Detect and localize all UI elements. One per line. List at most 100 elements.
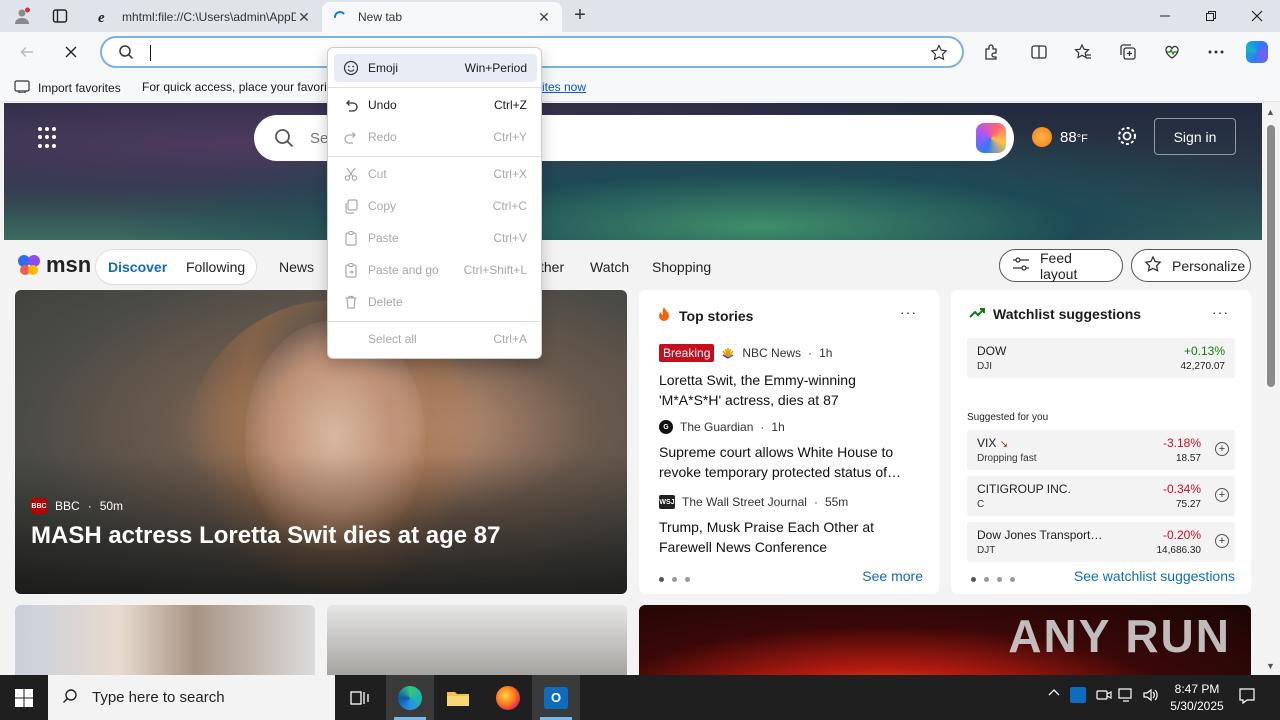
quote-note: Dropping fast [977, 453, 1037, 464]
nav-watch[interactable]: Watch [590, 259, 629, 275]
nav-weather[interactable]: ther [540, 259, 564, 275]
meta-separator: · [813, 495, 818, 509]
taskbar-search-box[interactable]: Type here to search [48, 675, 335, 720]
aurora-background: Se 88°F Sign in [4, 103, 1262, 240]
emoji-icon [334, 60, 368, 76]
import-icon [14, 79, 30, 96]
story-item[interactable]: G The Guardian · 1h Supreme court allows… [659, 420, 919, 482]
news-card-photo[interactable] [327, 605, 627, 675]
msn-logo[interactable]: msn [16, 252, 91, 278]
watchlist-suggestion-row[interactable]: VIX ↘ Dropping fast -3.18% 18.57 + [967, 430, 1235, 470]
search-icon [118, 44, 134, 63]
see-more-link[interactable]: See more [862, 568, 923, 584]
watchlist-card: Watchlist suggestions ··· DOW DJI +0.13%… [951, 290, 1251, 594]
collections-icon[interactable] [1115, 40, 1141, 64]
menu-item-undo[interactable]: Undo Ctrl+Z [334, 91, 537, 119]
import-favorites-button[interactable]: Import favorites [14, 79, 121, 96]
menu-item-select-all[interactable]: Select all Ctrl+A [334, 325, 537, 353]
hero-headline[interactable]: MASH actress Loretta Swit dies at age 87 [31, 522, 501, 550]
breaking-badge: Breaking [659, 344, 715, 362]
outlook-tray-icon[interactable] [1070, 687, 1086, 703]
news-card-photo[interactable]: ANY RUN [639, 605, 1251, 675]
performance-heart-icon[interactable] [1159, 40, 1185, 64]
close-tab-icon[interactable]: ✕ [536, 9, 552, 26]
tab-following[interactable]: Following [186, 259, 245, 275]
copilot-search-icon[interactable] [976, 123, 1006, 153]
quote-value: 75.27 [1175, 499, 1201, 510]
minimize-icon[interactable] [1142, 0, 1188, 32]
windows-start-icon[interactable] [0, 675, 48, 720]
restore-icon[interactable] [1188, 0, 1234, 32]
page-settings-gear-icon[interactable] [1116, 125, 1138, 150]
menu-shortcut: Ctrl+Shift+L [463, 263, 527, 277]
feed-layout-button[interactable]: Feed layout [999, 249, 1123, 282]
favorite-star-icon[interactable] [930, 44, 948, 65]
close-window-icon[interactable] [1234, 0, 1280, 32]
add-to-watchlist-icon[interactable]: + [1215, 442, 1229, 456]
quote-value: 18.57 [1175, 453, 1201, 464]
menu-shortcut: Ctrl+Y [493, 130, 527, 144]
paste-icon [334, 230, 368, 246]
watchlist-suggestion-row[interactable]: CITIGROUP INC. C -0.34% 75.27 + [967, 476, 1235, 516]
copilot-icon[interactable] [1244, 40, 1270, 64]
scrollbar-thumb[interactable] [1267, 125, 1275, 387]
menu-item-cut[interactable]: Cut Ctrl+X [334, 160, 537, 188]
watchlist-more-icon[interactable]: ··· [1212, 304, 1229, 320]
app-launcher-icon[interactable] [38, 127, 60, 149]
extensions-icon[interactable] [978, 40, 1004, 64]
show-hidden-icons-chevron-icon[interactable] [1048, 687, 1060, 702]
scroll-down-arrow-icon[interactable]: ▼ [1266, 661, 1275, 671]
edge-taskbar-icon[interactable] [386, 675, 434, 720]
more-options-icon[interactable] [1203, 40, 1229, 64]
taskbar-clock[interactable]: 8:47 PM 5/30/2025 [1158, 681, 1236, 715]
tab-discover[interactable]: Discover [108, 259, 167, 275]
menu-item-emoji[interactable]: Emoji Win+Period [334, 54, 537, 82]
firefox-icon[interactable] [484, 675, 532, 720]
notifications-icon[interactable] [1238, 687, 1256, 708]
file-explorer-icon[interactable] [434, 675, 482, 720]
scroll-up-arrow-icon[interactable]: ▲ [1266, 107, 1275, 117]
menu-item-paste[interactable]: Paste Ctrl+V [334, 224, 537, 252]
news-card-photo[interactable] [15, 605, 315, 675]
story-item[interactable]: WSJ The Wall Street Journal · 55m Trump,… [659, 495, 919, 557]
personalize-button[interactable]: Personalize [1131, 249, 1251, 282]
top-stories-more-icon[interactable]: ··· [900, 304, 917, 320]
manage-favorites-link[interactable]: rites now [538, 80, 586, 94]
add-to-watchlist-icon[interactable]: + [1215, 534, 1229, 548]
menu-separator [328, 321, 541, 322]
profile-icon[interactable] [10, 5, 34, 27]
nav-news[interactable]: News [279, 259, 314, 275]
story-source: NBC News [742, 346, 802, 360]
sign-in-button[interactable]: Sign in [1154, 118, 1236, 155]
task-view-icon[interactable] [336, 675, 384, 720]
story-item[interactable]: Breaking NBC News · 1h Loretta Swit, the… [659, 344, 919, 410]
split-screen-icon[interactable] [1026, 40, 1052, 64]
close-tab-icon[interactable]: ✕ [296, 9, 312, 26]
page-scrollbar[interactable]: ▲ ▼ [1262, 103, 1280, 675]
menu-item-redo[interactable]: Redo Ctrl+Y [334, 123, 537, 151]
favorites-icon[interactable] [1070, 40, 1096, 64]
outlook-icon[interactable]: O [532, 675, 580, 720]
nav-shopping[interactable]: Shopping [652, 259, 711, 275]
menu-label: Select all [368, 332, 417, 346]
top-stories-title: Top stories [679, 307, 754, 324]
add-to-watchlist-icon[interactable]: + [1215, 488, 1229, 502]
tab-new-tab[interactable]: New tab ✕ [322, 2, 562, 32]
stop-loading-icon[interactable] [58, 40, 84, 64]
tab-mhtml-file[interactable]: e mhtml:file://C:\Users\admin\AppData ✕ [86, 2, 322, 32]
carousel-dots[interactable] [659, 577, 690, 582]
tab-actions-icon[interactable] [48, 5, 72, 27]
back-arrow-icon[interactable] [14, 40, 40, 64]
carousel-dots[interactable] [971, 577, 1015, 582]
menu-item-delete[interactable]: Delete [334, 288, 537, 316]
menu-item-copy[interactable]: Copy Ctrl+C [334, 192, 537, 220]
watchlist-suggestion-row[interactable]: Dow Jones Transport… DJT -0.20% 14,686.3… [967, 522, 1235, 562]
meet-now-icon[interactable] [1096, 687, 1112, 706]
weather-widget[interactable]: 88°F [1032, 127, 1088, 147]
network-icon[interactable] [1118, 687, 1136, 706]
new-tab-plus-icon[interactable]: + [568, 5, 592, 27]
watchlist-row-dow[interactable]: DOW DJI +0.13% 42,270.07 [967, 338, 1235, 378]
story-source: BBC BBC · 50m [31, 498, 123, 514]
see-watchlist-link[interactable]: See watchlist suggestions [1074, 568, 1235, 584]
menu-item-paste-and-go[interactable]: Paste and go Ctrl+Shift+L [334, 256, 537, 284]
